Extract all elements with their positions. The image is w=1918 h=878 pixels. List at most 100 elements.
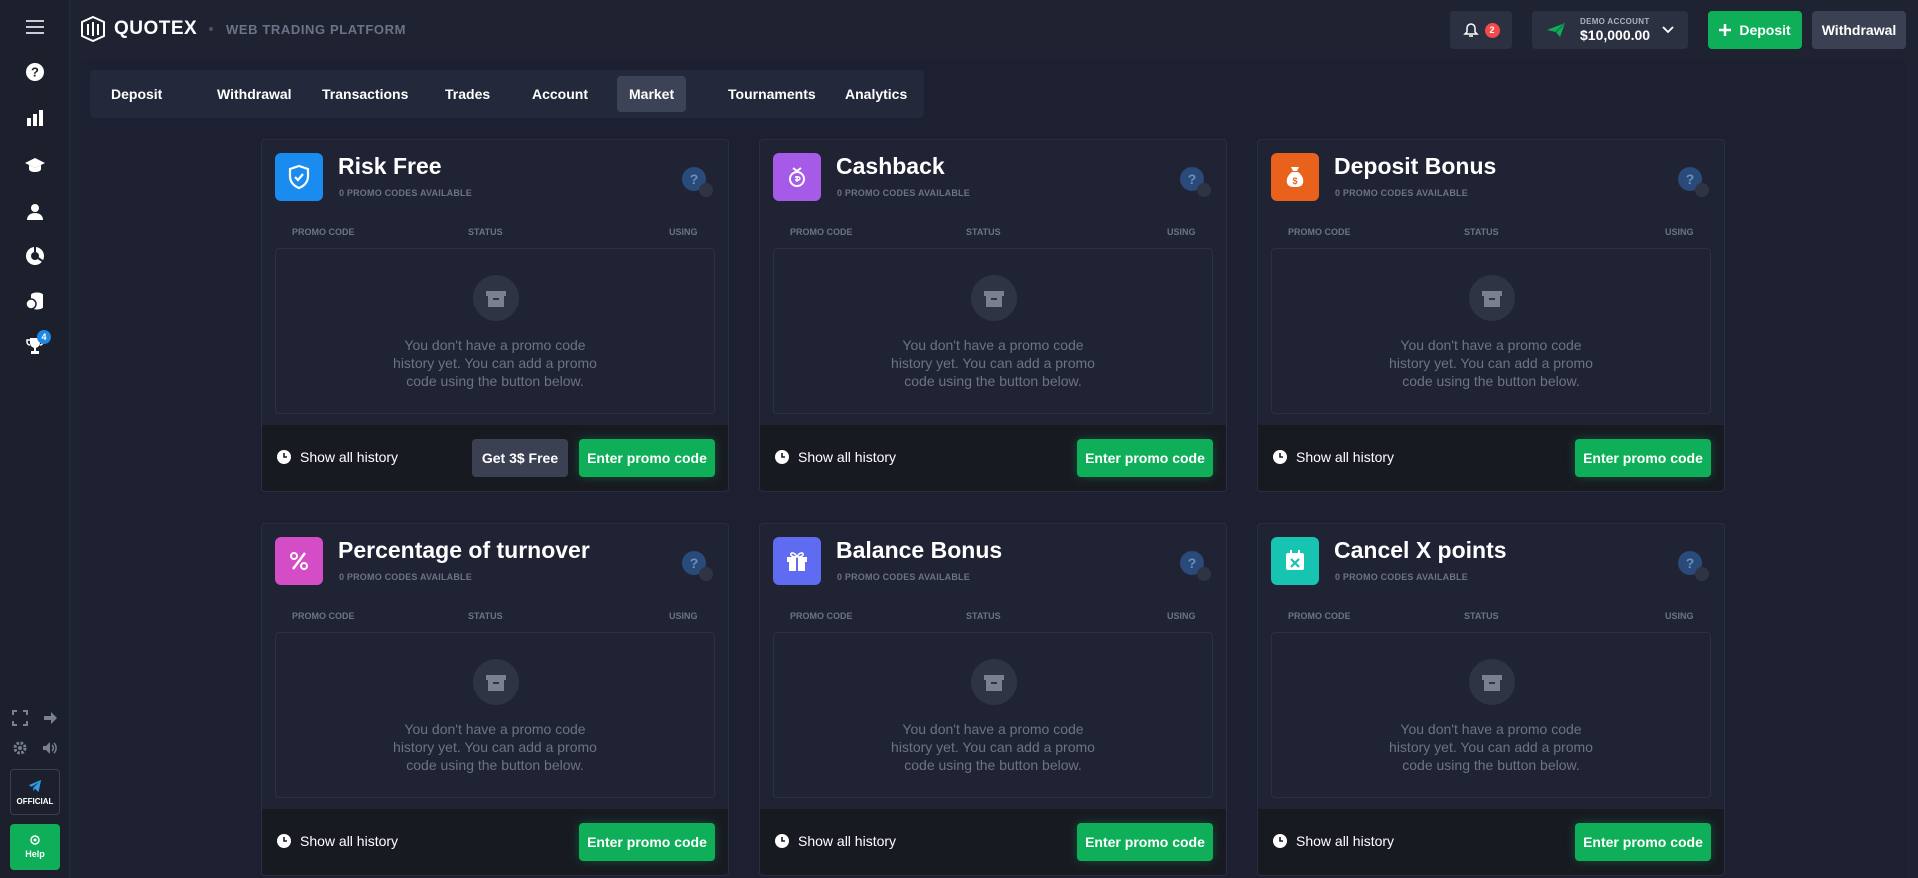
svg-text:$: $ xyxy=(1292,176,1297,186)
promo-card-cashback: Cashback 0 PROMO CODES AVAILABLE ? PROMO… xyxy=(759,139,1227,492)
show-all-history-link[interactable]: Show all history xyxy=(276,833,398,849)
menu-icon[interactable] xyxy=(22,14,48,40)
tab-bar: Deposit Withdrawal Transactions Trades A… xyxy=(90,70,924,118)
card-footer: Show all history Enter promo code xyxy=(262,809,728,875)
cashback-icon xyxy=(773,153,821,201)
clock-icon xyxy=(775,450,789,464)
card-footer: Show all history Enter promo code xyxy=(1258,425,1724,491)
show-all-history-link[interactable]: Show all history xyxy=(276,449,398,465)
money-bag-icon: $ xyxy=(1271,153,1319,201)
brand-name: QUOTEX xyxy=(114,18,198,39)
graduation-cap-icon[interactable] xyxy=(22,152,48,178)
clock-icon xyxy=(1273,450,1287,464)
logout-arrow-icon[interactable] xyxy=(42,710,58,731)
promo-history-empty: You don't have a promo code history yet.… xyxy=(773,632,1213,798)
help-button[interactable]: Help xyxy=(10,824,60,870)
question-bubble-icon[interactable]: ? xyxy=(680,549,714,583)
clock-icon xyxy=(775,834,789,848)
show-all-history-link[interactable]: Show all history xyxy=(774,833,896,849)
card-subtitle: 0 PROMO CODES AVAILABLE xyxy=(1335,188,1468,198)
user-icon[interactable] xyxy=(22,199,48,225)
column-promo-code: PROMO CODE xyxy=(1288,611,1351,621)
history-label: Show all history xyxy=(798,833,897,849)
card-title: Deposit Bonus xyxy=(1334,153,1497,179)
history-label: Show all history xyxy=(300,449,399,465)
enter-promo-code-button[interactable]: Enter promo code xyxy=(1575,439,1711,477)
question-bubble-icon[interactable]: ? xyxy=(1676,549,1710,583)
question-bubble-icon[interactable]: ? xyxy=(1178,165,1212,199)
percent-icon xyxy=(275,537,323,585)
question-bubble-icon[interactable]: ? xyxy=(1676,165,1710,199)
enter-promo-code-button[interactable]: Enter promo code xyxy=(579,823,715,861)
column-using: USING xyxy=(1665,227,1694,237)
main-panel: Deposit Withdrawal Transactions Trades A… xyxy=(80,60,1906,878)
card-footer: Show all history Enter promo code xyxy=(1258,809,1724,875)
column-using: USING xyxy=(1665,611,1694,621)
tab-deposit[interactable]: Deposit xyxy=(99,76,174,112)
empty-message: You don't have a promo code history yet.… xyxy=(891,337,1095,389)
promo-history-empty: You don't have a promo code history yet.… xyxy=(773,248,1213,414)
card-title: Balance Bonus xyxy=(836,537,1003,563)
box-icon xyxy=(971,659,1017,705)
question-bubble-icon[interactable]: ? xyxy=(1178,549,1212,583)
platform-label: WEB TRADING PLATFORM xyxy=(226,22,407,37)
tab-analytics[interactable]: Analytics xyxy=(833,76,919,112)
promo-card-risk-free: Risk Free 0 PROMO CODES AVAILABLE ? PROM… xyxy=(261,139,729,492)
telegram-icon xyxy=(28,779,42,792)
account-type: DEMO ACCOUNT xyxy=(1580,17,1650,26)
help-circle-icon[interactable]: ? xyxy=(22,59,48,85)
enter-promo-code-button[interactable]: Enter promo code xyxy=(1077,823,1213,861)
tab-market[interactable]: Market xyxy=(617,76,687,112)
empty-message: You don't have a promo code history yet.… xyxy=(891,721,1095,773)
gear-icon[interactable] xyxy=(12,740,28,761)
fullscreen-icon[interactable] xyxy=(12,710,28,731)
deposit-label: Deposit xyxy=(1739,22,1791,38)
svg-text:?: ? xyxy=(1686,171,1695,187)
column-status: STATUS xyxy=(966,227,1001,237)
enter-promo-code-button[interactable]: Enter promo code xyxy=(1575,823,1711,861)
official-telegram-button[interactable]: OFFICIAL xyxy=(10,769,60,815)
tab-trades[interactable]: Trades xyxy=(433,76,502,112)
column-promo-code: PROMO CODE xyxy=(1288,227,1351,237)
tab-tournaments[interactable]: Tournaments xyxy=(716,76,828,112)
shield-icon xyxy=(275,153,323,201)
empty-message: You don't have a promo code history yet.… xyxy=(393,721,597,773)
show-all-history-link[interactable]: Show all history xyxy=(774,449,896,465)
card-subtitle: 0 PROMO CODES AVAILABLE xyxy=(339,572,472,582)
empty-message: You don't have a promo code history yet.… xyxy=(393,337,597,389)
tab-transactions[interactable]: Transactions xyxy=(310,76,420,112)
cancel-points-icon xyxy=(1271,537,1319,585)
tab-account[interactable]: Account xyxy=(520,76,600,112)
account-switcher[interactable]: DEMO ACCOUNT $10,000.00 xyxy=(1532,11,1688,49)
promo-history-empty: You don't have a promo code history yet.… xyxy=(275,632,715,798)
enter-promo-code-button[interactable]: Enter promo code xyxy=(579,439,715,477)
card-title: Percentage of turnover xyxy=(338,537,590,563)
logo[interactable]: QUOTEX xyxy=(80,16,197,42)
notifications-button[interactable]: 2 xyxy=(1450,11,1512,49)
header-withdrawal-button[interactable]: Withdrawal xyxy=(1812,11,1906,49)
question-bubble-icon[interactable]: ? xyxy=(680,165,714,199)
promo-history-empty: You don't have a promo code history yet.… xyxy=(1271,248,1711,414)
clock-icon xyxy=(1273,834,1287,848)
svg-text:?: ? xyxy=(690,171,699,187)
show-all-history-link[interactable]: Show all history xyxy=(1272,833,1394,849)
sound-icon[interactable] xyxy=(42,740,58,761)
header-deposit-button[interactable]: Deposit xyxy=(1708,11,1802,49)
chevron-down-icon xyxy=(1662,26,1674,34)
separator-dot xyxy=(209,27,213,31)
get-free-button[interactable]: Get 3$ Free xyxy=(472,439,568,477)
pie-chart-icon[interactable] xyxy=(22,243,48,269)
column-status: STATUS xyxy=(1464,611,1499,621)
history-label: Show all history xyxy=(300,833,399,849)
clock-icon xyxy=(277,834,291,848)
column-status: STATUS xyxy=(1464,227,1499,237)
column-promo-code: PROMO CODE xyxy=(790,227,853,237)
coins-icon[interactable] xyxy=(22,288,48,314)
show-all-history-link[interactable]: Show all history xyxy=(1272,449,1394,465)
promo-history-empty: You don't have a promo code history yet.… xyxy=(1271,632,1711,798)
box-icon xyxy=(473,275,519,321)
chart-bars-icon[interactable] xyxy=(22,105,48,131)
tab-withdrawal[interactable]: Withdrawal xyxy=(205,76,304,112)
box-icon xyxy=(1469,659,1515,705)
enter-promo-code-button[interactable]: Enter promo code xyxy=(1077,439,1213,477)
